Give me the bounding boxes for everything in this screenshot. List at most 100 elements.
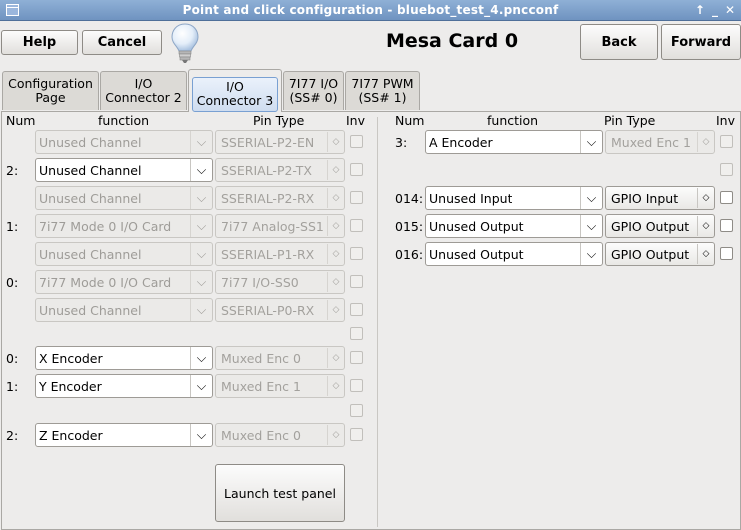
- inv-checkbox[interactable]: [720, 191, 733, 204]
- inv-checkbox[interactable]: [350, 303, 363, 316]
- function-select[interactable]: Unused Channel ⌵: [35, 186, 213, 210]
- tab-label-line2: (SS# 0): [289, 90, 338, 105]
- minimize-icon[interactable]: _: [712, 2, 718, 18]
- function-select[interactable]: Unused Channel ⌵: [35, 130, 213, 154]
- inv-checkbox[interactable]: [350, 191, 363, 204]
- tab-label-line1: I/O: [226, 79, 244, 94]
- header-inv: Inv: [346, 113, 366, 128]
- tab-label-line2: Connector 2: [105, 90, 182, 105]
- chevron-down-icon: ⌵: [190, 131, 212, 153]
- function-select[interactable]: X Encoder ⌵: [35, 346, 213, 370]
- pin-type-select[interactable]: SSERIAL-P2-TX ◇: [215, 158, 345, 182]
- pin-type-select[interactable]: Muxed Enc 1 ◇: [605, 130, 715, 154]
- tab-configuration-page[interactable]: Configuration Page: [2, 71, 99, 110]
- inv-checkbox[interactable]: [350, 275, 363, 288]
- spin-arrows-icon: ◇: [327, 425, 344, 445]
- row-num: 1:: [6, 219, 19, 234]
- function-select[interactable]: Unused Channel ⌵: [35, 242, 213, 266]
- row-num: 0:: [6, 351, 19, 366]
- tab-label-line1: Configuration: [8, 76, 93, 91]
- inv-checkbox[interactable]: [350, 247, 363, 260]
- spin-arrows-icon: ◇: [697, 244, 714, 264]
- spin-arrows-icon: ◇: [697, 216, 714, 236]
- inv-checkbox[interactable]: [720, 247, 733, 260]
- row-num: 014:: [395, 191, 424, 206]
- inv-checkbox[interactable]: [350, 428, 363, 441]
- header-pin-type: Pin Type: [253, 113, 305, 128]
- chevron-down-icon: ⌵: [190, 159, 212, 181]
- pin-type-select[interactable]: GPIO Input ◇: [605, 186, 715, 210]
- header-pin-type-right: Pin Type: [604, 113, 656, 128]
- pin-type-select[interactable]: GPIO Output ◇: [605, 214, 715, 238]
- inv-checkbox[interactable]: [350, 351, 363, 364]
- inv-checkbox[interactable]: [350, 379, 363, 392]
- row-num: 0:: [6, 275, 19, 290]
- function-select[interactable]: Unused Input ⌵: [425, 186, 603, 210]
- inv-checkbox[interactable]: [350, 404, 363, 417]
- tab-label-line1: 7I77 I/O: [288, 76, 339, 91]
- inv-checkbox[interactable]: [350, 219, 363, 232]
- function-select[interactable]: Unused Output ⌵: [425, 214, 603, 238]
- function-select[interactable]: Y Encoder ⌵: [35, 374, 213, 398]
- back-button[interactable]: Back: [580, 24, 658, 60]
- close-icon[interactable]: ✕: [725, 2, 735, 18]
- pin-type-select[interactable]: GPIO Output ◇: [605, 242, 715, 266]
- column-divider: [377, 117, 378, 527]
- tab-label-line1: I/O: [134, 76, 153, 91]
- inv-checkbox[interactable]: [720, 219, 733, 232]
- pin-type-select[interactable]: SSERIAL-P1-RX ◇: [215, 242, 345, 266]
- help-button[interactable]: Help: [1, 30, 78, 55]
- pin-type-select[interactable]: 7i77 Analog-SS1 ◇: [215, 214, 345, 238]
- inv-checkbox[interactable]: [720, 135, 733, 148]
- pin-type-select[interactable]: 7i77 I/O-SS0 ◇: [215, 270, 345, 294]
- tab-io-connector-2[interactable]: I/O Connector 2: [100, 71, 187, 110]
- row-num: 2:: [6, 428, 19, 443]
- pin-type-select[interactable]: Muxed Enc 0 ◇: [215, 346, 345, 370]
- tab-7i77-io[interactable]: 7I77 I/O (SS# 0): [283, 71, 344, 110]
- cancel-button[interactable]: Cancel: [82, 30, 162, 55]
- pin-type-select[interactable]: Muxed Enc 1 ◇: [215, 374, 345, 398]
- chevron-down-icon: ⌵: [580, 243, 602, 265]
- chevron-down-icon: ⌵: [580, 187, 602, 209]
- window-shade-icon[interactable]: ↑: [695, 2, 705, 18]
- header-inv-right: Inv: [716, 113, 736, 128]
- spin-arrows-icon: ◇: [327, 160, 344, 180]
- function-select[interactable]: Unused Channel ⌵: [35, 158, 213, 182]
- pin-type-select[interactable]: SSERIAL-P2-RX ◇: [215, 186, 345, 210]
- spin-arrows-icon: ◇: [327, 348, 344, 368]
- card-title: Mesa Card 0: [385, 30, 519, 52]
- chevron-down-icon: ⌵: [190, 215, 212, 237]
- spin-arrows-icon: ◇: [327, 300, 344, 320]
- chevron-down-icon: ⌵: [190, 375, 212, 397]
- spin-arrows-icon: ◇: [327, 244, 344, 264]
- window-title: Point and click configuration - bluebot_…: [182, 3, 559, 17]
- window-controls: ↑ _ ✕: [695, 2, 735, 18]
- inv-checkbox[interactable]: [350, 327, 363, 340]
- inv-checkbox[interactable]: [350, 163, 363, 176]
- row-num: 3:: [395, 135, 408, 150]
- launch-test-panel-button[interactable]: Launch test panel: [215, 464, 345, 522]
- header-num-right: Num: [395, 113, 425, 128]
- tab-io-connector-3[interactable]: I/O Connector 3: [188, 69, 282, 112]
- row-num: 016:: [395, 247, 424, 262]
- inv-checkbox[interactable]: [720, 163, 733, 176]
- tab-7i77-pwm[interactable]: 7I77 PWM (SS# 1): [345, 71, 420, 110]
- function-select[interactable]: A Encoder ⌵: [425, 130, 603, 154]
- function-select[interactable]: Z Encoder ⌵: [35, 423, 213, 447]
- chevron-down-icon: ⌵: [190, 271, 212, 293]
- spin-arrows-icon: ◇: [327, 216, 344, 236]
- inv-checkbox[interactable]: [350, 135, 363, 148]
- pin-type-select[interactable]: SSERIAL-P2-EN ◇: [215, 130, 345, 154]
- function-select[interactable]: Unused Channel ⌵: [35, 298, 213, 322]
- function-select[interactable]: Unused Output ⌵: [425, 242, 603, 266]
- spin-arrows-icon: ◇: [327, 272, 344, 292]
- forward-button[interactable]: Forward: [661, 24, 741, 60]
- function-select[interactable]: 7i77 Mode 0 I/O Card ⌵: [35, 214, 213, 238]
- tab-label-line1: 7I77 PWM: [351, 76, 414, 91]
- chevron-down-icon: ⌵: [190, 243, 212, 265]
- tab-label-line2: Connector 3: [196, 93, 274, 108]
- header-function: function: [98, 113, 150, 128]
- pin-type-select[interactable]: SSERIAL-P0-RX ◇: [215, 298, 345, 322]
- pin-type-select[interactable]: Muxed Enc 0 ◇: [215, 423, 345, 447]
- function-select[interactable]: 7i77 Mode 0 I/O Card ⌵: [35, 270, 213, 294]
